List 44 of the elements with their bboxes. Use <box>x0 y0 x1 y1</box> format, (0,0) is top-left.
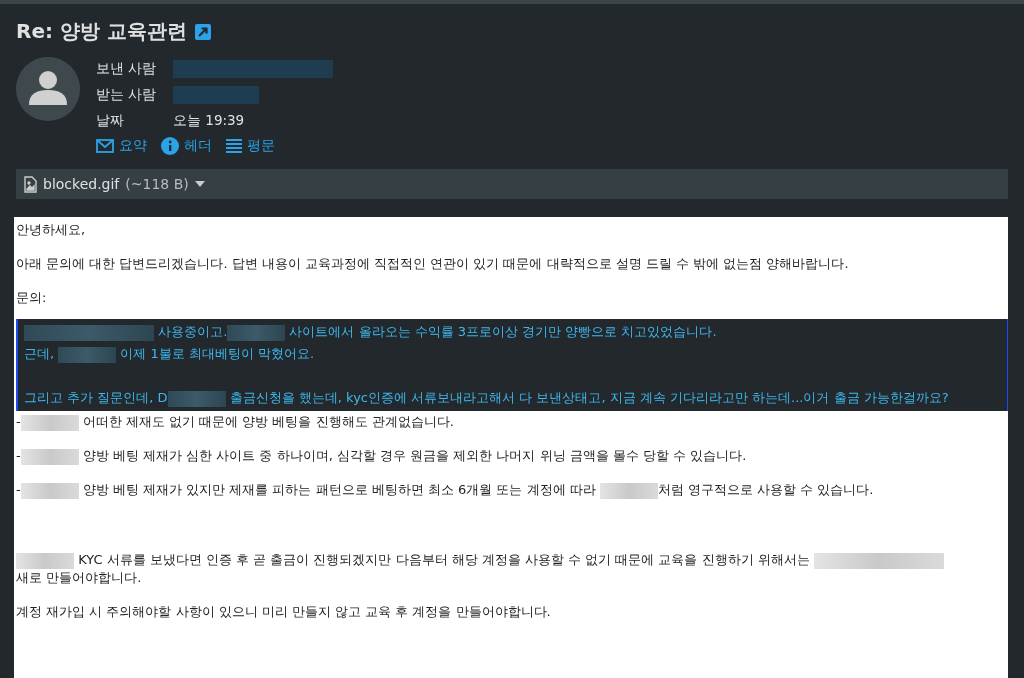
text-run: - <box>16 482 21 497</box>
text-run: 계정 재가입 시 주의해야할 사항이 있으니 미리 만들지 않고 교육 후 계정을 만들어야합니다. <box>16 604 551 619</box>
redaction-mark <box>167 390 226 407</box>
text-run: 출금신청을 했는데, kyc인증에 서류보내라고해서 다 보낸상태고, 지금 계속 기다리라고만 하는데...이거 출금 가능한걸까요? <box>228 390 949 405</box>
redaction-mark <box>227 324 286 341</box>
text-run: 새로 만들어야합니다. <box>16 570 142 585</box>
text-run: 사용중이고. <box>157 324 228 339</box>
message-subject: Re: 양방 교육관련 <box>16 18 187 45</box>
view-link[interactable]: 평문 <box>226 137 275 155</box>
text-run: 양방 베팅 제재가 있지만 제재를 피하는 패턴으로 베팅하면 최소 6개월 또는 계정에 따라 <box>81 482 597 497</box>
redaction-mark <box>16 552 74 569</box>
header-label: 보낸 사람 <box>96 60 158 78</box>
text-run: 안녕하세요, <box>16 222 86 237</box>
redaction-mark <box>599 482 658 499</box>
text-run: KYC 서류를 보냈다면 인증 후 곧 출금이 진행되겠지만 다음부터 해당 계정을 사용할 수 없기 때문에 교육을 진행하기 위해서는 <box>77 552 811 567</box>
header-label: 날짜 <box>96 112 125 130</box>
text-run: 아래 문의에 대한 답변드리겠습니다. 답변 내용이 교육과정에 직접적인 연관이 있기 때문에 대략적으로 설명 드릴 수 밖에 없는점 양해바랍니다. <box>16 256 849 271</box>
file-icon <box>24 175 37 193</box>
text-run: - <box>16 448 21 463</box>
redaction-mark <box>20 448 79 465</box>
redaction-mark <box>58 346 117 363</box>
text-run: 양방 베팅 제재가 심한 사이트 중 하나이며, 심각할 경우 원금을 제외한 나머지 위닝 금액을 몰수 당할 수 있습니다. <box>81 448 747 463</box>
text-run: 오늘 19:39 <box>173 112 245 128</box>
info-icon <box>161 137 179 155</box>
text-run: 어떠한 제재도 없기 때문에 양방 베팅을 진행해도 관계없습니다. <box>81 414 454 429</box>
text-run: - <box>16 414 21 429</box>
caret-icon[interactable] <box>194 181 205 187</box>
text-run: 처럼 영구적으로 사용할 수 있습니다. <box>657 482 874 497</box>
attachment-bar[interactable]: blocked.gif (~118 B) <box>16 169 1008 199</box>
redaction-mark <box>20 482 79 499</box>
lines-icon <box>226 138 242 154</box>
view-link[interactable]: 요약 <box>96 137 147 155</box>
header-label: 받는 사람 <box>96 86 158 104</box>
text-run: 그리고 추가 질문인데, D <box>24 390 168 405</box>
redaction-mark <box>20 414 79 431</box>
text-run: 사이트에서 올라오는 수익률 3프로이상 경기만 양빵으로 치고있었습니다. <box>288 324 717 339</box>
text-run: 이제 1불로 최대베팅이 막혔어요. <box>119 346 315 361</box>
text-run: 근데, <box>24 346 56 361</box>
text-run: 문의: <box>16 290 47 305</box>
external-link-icon[interactable] <box>194 23 211 40</box>
envelope-icon <box>96 139 114 153</box>
attachment-size: (~118 B) <box>125 176 189 192</box>
attachment-name: blocked.gif <box>43 176 120 192</box>
view-link[interactable]: 헤더 <box>161 137 212 155</box>
